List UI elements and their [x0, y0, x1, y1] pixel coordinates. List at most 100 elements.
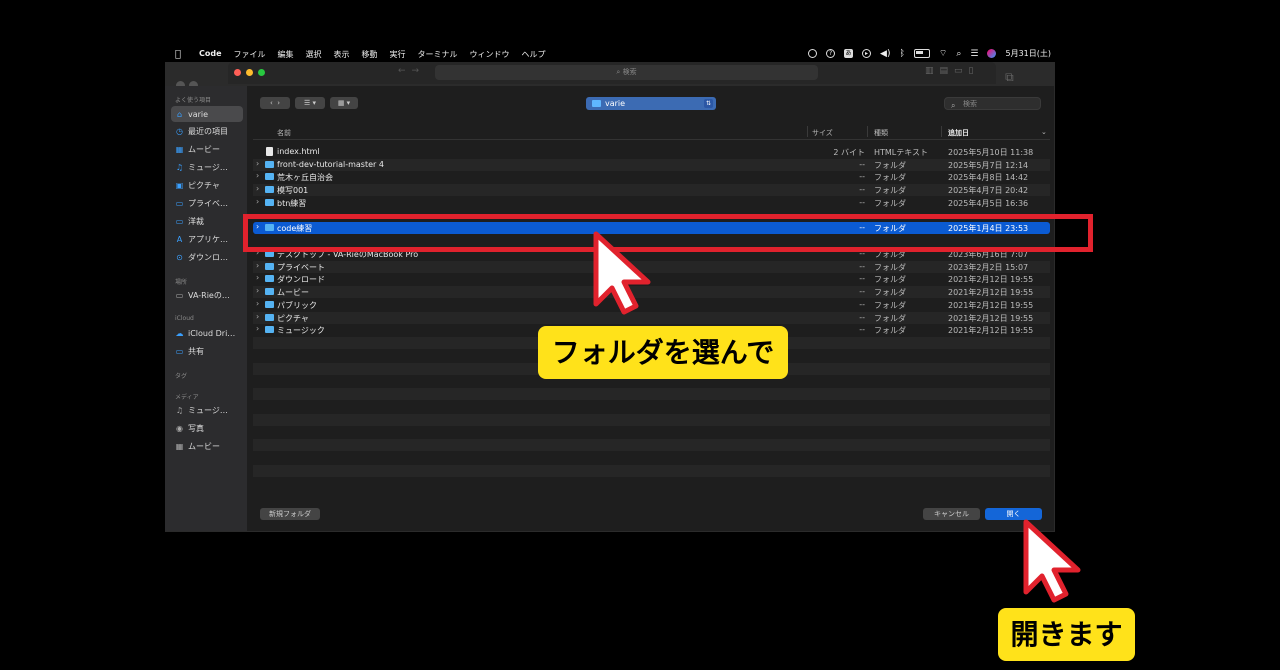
sidebar-item[interactable]: ▦ ムービー	[171, 438, 243, 454]
nav-arrows: ←→	[398, 66, 425, 76]
zoom-window-button[interactable]	[258, 69, 265, 76]
menu-item[interactable]: 選択	[306, 49, 322, 60]
bluetooth-icon[interactable]: ᛒ	[899, 49, 904, 59]
menu-item[interactable]: ヘルプ	[522, 49, 546, 60]
sidebar-item[interactable]: ▣ ピクチャ	[171, 178, 243, 194]
chevron-right-icon[interactable]: ›	[256, 273, 259, 282]
column-size[interactable]: サイズ	[812, 128, 833, 138]
menu-item[interactable]: 移動	[362, 49, 378, 60]
layout-icon[interactable]: ▥	[925, 66, 934, 76]
chevron-right-icon[interactable]: ›	[256, 324, 259, 333]
file-date: 2025年5月7日 12:14	[948, 161, 1029, 170]
chevron-left-icon[interactable]: ‹	[270, 99, 273, 107]
spotlight-icon[interactable]: ⌕	[956, 49, 961, 59]
menu-item[interactable]: ファイル	[234, 49, 266, 60]
sidebar-item[interactable]: ▦ ムービー	[171, 142, 243, 158]
volume-icon[interactable]: ◀)	[880, 49, 890, 59]
info-status-icon[interactable]: ?	[826, 49, 836, 58]
sidebar-toggle-icon[interactable]: ▤	[940, 66, 949, 76]
table-row[interactable]: index.html 2 バイト HTMLテキスト 2025年5月10日 11:38	[253, 146, 1050, 158]
file-name: btn練習	[277, 199, 307, 208]
file-name: 荒木ヶ丘自治会	[277, 173, 333, 182]
chevron-down-icon: ▾	[312, 99, 317, 107]
battery-icon[interactable]	[913, 49, 930, 58]
file-size: --	[859, 313, 865, 322]
column-name[interactable]: 名前	[277, 128, 291, 138]
menu-item[interactable]: 実行	[390, 49, 406, 60]
path-popup[interactable]: varie ⇅	[586, 97, 716, 110]
column-date[interactable]: 追加日	[948, 128, 969, 138]
input-mode-indicator[interactable]: あ	[844, 49, 854, 58]
chevron-right-icon[interactable]: ›	[256, 159, 259, 168]
back-forward-buttons[interactable]: ‹ ›	[260, 97, 290, 109]
sidebar-item[interactable]: ◉ 写真	[171, 420, 243, 436]
command-center-search[interactable]: ⌕ 検索	[435, 65, 818, 80]
file-date: 2025年4月5日 16:36	[948, 199, 1029, 208]
menu-list: Code ファイル 編集 選択 表示 移動 実行 ターミナル ウィンドウ ヘルプ	[199, 49, 546, 60]
file-name: ピクチャ	[277, 314, 309, 323]
table-row[interactable]: › front-dev-tutorial-master 4 -- フォルダ 2025年5…	[253, 159, 1050, 171]
table-row[interactable]: › 模写001 -- フォルダ 2025年4月7日 20:42	[253, 184, 1050, 196]
file-kind: フォルダ	[874, 173, 906, 182]
chevron-right-icon[interactable]: ›	[277, 99, 280, 107]
siri-icon[interactable]	[987, 49, 997, 58]
tab-overview-icon[interactable]: ⧉	[1005, 70, 1014, 85]
chevron-right-icon[interactable]: ›	[256, 184, 259, 193]
film-icon: ▦	[175, 145, 184, 155]
apple-icon[interactable]: 	[175, 49, 181, 60]
folder-icon: ▭	[175, 199, 184, 208]
back-arrow-icon[interactable]: ←	[398, 66, 412, 76]
cancel-button[interactable]: キャンセル	[923, 508, 980, 520]
photo-icon: ▣	[175, 181, 184, 191]
sidebar-item[interactable]: ▭ VA-Rieの…	[171, 287, 243, 303]
sidebar-item[interactable]: ▭ 洋裁	[171, 213, 243, 229]
sidebar-item[interactable]: A アプリケ…	[171, 231, 243, 247]
sidebar-item[interactable]: ♫ ミュージ…	[171, 402, 243, 418]
sort-chevron-icon[interactable]: ⌄	[1041, 128, 1047, 136]
chevron-right-icon[interactable]: ›	[256, 197, 259, 206]
panel-toggle-icon[interactable]: ▭	[954, 66, 963, 76]
sidebar-item[interactable]: ⊙ ダウンロ…	[171, 249, 243, 265]
play-status-icon[interactable]: ▸	[862, 49, 872, 58]
sidebar-item[interactable]: ▭ プライベ…	[171, 196, 243, 212]
menu-item[interactable]: 表示	[334, 49, 350, 60]
list-view-button[interactable]: ☰ ▾	[295, 97, 325, 109]
file-name: ダウンロード	[277, 275, 325, 284]
menu-item[interactable]: ウィンドウ	[470, 49, 510, 60]
sidebar-item-label: ピクチャ	[188, 181, 220, 191]
folder-icon	[265, 288, 274, 295]
minimize-window-button[interactable]	[246, 69, 253, 76]
file-kind: フォルダ	[874, 161, 906, 170]
table-row[interactable]: › btn練習 -- フォルダ 2025年4月5日 16:36	[253, 197, 1050, 209]
column-kind[interactable]: 種類	[874, 128, 888, 138]
menubar-clock[interactable]: 5月31日(土)	[1005, 48, 1051, 59]
search-input[interactable]: ⌕ 検索	[944, 97, 1041, 110]
sidebar-item[interactable]: ⌂ varie	[171, 106, 243, 122]
chevron-right-icon[interactable]: ›	[256, 261, 259, 270]
wifi-icon[interactable]: ⌔	[939, 48, 947, 59]
table-row[interactable]: › 荒木ヶ丘自治会 -- フォルダ 2025年4月8日 14:42	[253, 171, 1050, 183]
file-date: 2021年2月12日 19:55	[948, 275, 1034, 284]
sidebar-item[interactable]: ▭ 共有	[171, 343, 243, 359]
chevron-right-icon[interactable]: ›	[256, 286, 259, 295]
close-window-button[interactable]	[234, 69, 241, 76]
menu-app-name[interactable]: Code	[199, 49, 222, 60]
sidebar-item[interactable]: ☁ iCloud Dri…	[171, 325, 243, 341]
new-folder-button[interactable]: 新規フォルダ	[260, 508, 320, 520]
sidebar-item[interactable]: ♫ ミュージ…	[171, 160, 243, 176]
file-kind: フォルダ	[874, 186, 906, 195]
secondary-sidebar-icon[interactable]: ▯	[969, 66, 974, 76]
chevron-right-icon[interactable]: ›	[256, 171, 259, 180]
file-name: 模写001	[277, 186, 309, 195]
menu-item[interactable]: ターミナル	[418, 49, 458, 60]
menu-item[interactable]: 編集	[278, 49, 294, 60]
control-center-icon[interactable]: ☰	[970, 49, 978, 59]
folder-icon	[265, 301, 274, 308]
sidebar-item[interactable]: ◷ 最近の項目	[171, 124, 243, 140]
chevron-right-icon[interactable]: ›	[256, 312, 259, 321]
folder-icon	[265, 199, 274, 206]
forward-arrow-icon[interactable]: →	[412, 66, 426, 76]
chevron-right-icon[interactable]: ›	[256, 299, 259, 308]
group-view-button[interactable]: ▦ ▾	[330, 97, 358, 109]
clock-status-icon[interactable]	[808, 49, 818, 58]
